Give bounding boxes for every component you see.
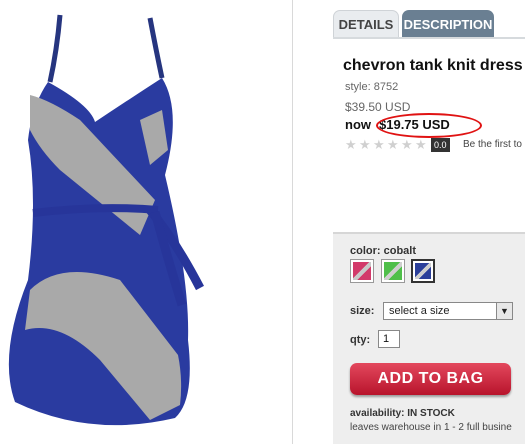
qty-input[interactable]: 1 [378, 330, 400, 348]
star-icon: ★ [415, 137, 427, 152]
rating-badge: 0.0 [431, 138, 450, 152]
color-label: color: cobalt [350, 245, 417, 257]
now-label: now [345, 117, 371, 132]
tab-details[interactable]: DETAILS [333, 10, 399, 38]
style-number: style: 8752 [345, 81, 399, 93]
add-to-bag-button[interactable]: ADD TO BAG [350, 363, 511, 395]
cobalt-swatch[interactable] [411, 259, 435, 283]
tab-description[interactable]: DESCRIPTION [402, 10, 494, 38]
product-title: chevron tank knit dress [343, 57, 523, 74]
product-tabs: DETAILS DESCRIPTION [333, 10, 494, 38]
star-icon: ★ [387, 137, 399, 152]
qty-label: qty: [350, 334, 371, 346]
red-circle-annotation [376, 113, 482, 138]
star-icon: ★ [345, 137, 357, 152]
shipping-info: leaves warehouse in 1 - 2 full busine [350, 422, 512, 433]
star-icon: ★ [373, 137, 385, 152]
availability-status: availability: IN STOCK [350, 408, 455, 419]
star-icon: ★ [401, 137, 413, 152]
size-select[interactable]: select a size ▼ [383, 302, 513, 320]
size-label: size: [350, 305, 375, 317]
green-swatch[interactable] [381, 259, 405, 283]
vertical-divider [292, 0, 293, 444]
star-icon: ★ [359, 137, 371, 152]
rating-stars[interactable]: ★ ★ ★ ★ ★ ★ 0.0 [345, 138, 450, 152]
pink-swatch[interactable] [350, 259, 374, 283]
original-price: $39.50 USD [345, 100, 411, 114]
review-link[interactable]: Be the first to [463, 139, 522, 150]
size-select-value: select a size [389, 305, 450, 317]
product-image[interactable] [0, 0, 292, 444]
chevron-down-icon[interactable]: ▼ [496, 303, 512, 319]
tabs-underline [333, 37, 525, 39]
dress-illustration [8, 14, 204, 426]
